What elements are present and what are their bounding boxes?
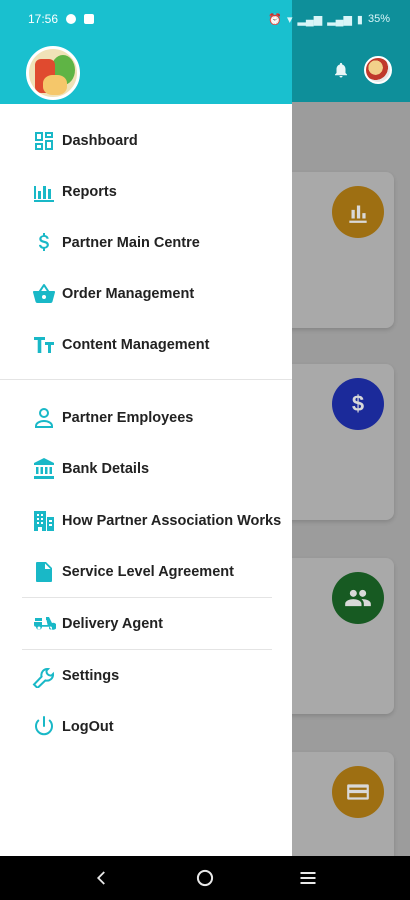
person-icon (32, 406, 56, 430)
menu-label: Settings (62, 668, 120, 684)
bar-chart-icon (32, 180, 56, 204)
menu-item-dashboard[interactable]: Dashboard (0, 119, 292, 163)
battery-icon: ▮ (356, 13, 363, 26)
profile-avatar[interactable] (26, 46, 80, 100)
menu-item-content-management[interactable]: Content Management (0, 323, 292, 367)
menu-item-service-level-agreement[interactable]: Service Level Agreement (0, 550, 292, 594)
status-bar: 17:56 ⏰ ▾ ▂▄▆ ▂▄▆ ▮ 35% (0, 0, 410, 38)
system-navigation-bar (0, 856, 410, 900)
home-button[interactable] (185, 858, 225, 898)
dashboard-icon (32, 129, 56, 153)
back-icon (96, 871, 105, 885)
text-format-icon (32, 333, 56, 357)
menu-item-settings[interactable]: Settings (0, 654, 292, 698)
message-notification-icon (84, 14, 95, 24)
menu-label: Delivery Agent (62, 616, 163, 632)
wifi-icon: ▾ (286, 13, 293, 26)
menu-label: Order Management (62, 286, 195, 302)
bank-icon (32, 457, 56, 481)
menu-item-reports[interactable]: Reports (0, 170, 292, 214)
menu-item-order-management[interactable]: Order Management (0, 272, 292, 316)
menu-label: Content Management (62, 337, 210, 353)
building-icon (32, 509, 56, 533)
menu-divider (22, 597, 272, 598)
menu-label: Dashboard (62, 133, 138, 149)
battery-level: 35% (367, 13, 390, 25)
home-icon (196, 869, 214, 887)
header-avatar[interactable] (364, 56, 392, 84)
menu-label: Reports (62, 184, 117, 200)
menu-item-how-partner-association-works[interactable]: How Partner Association Works (0, 499, 292, 543)
menu-item-logout[interactable]: LogOut (0, 705, 292, 749)
scooter-icon (32, 612, 56, 636)
menu-item-partner-main-centre[interactable]: Partner Main Centre (0, 221, 292, 265)
menu-divider (0, 379, 292, 380)
menu-icon (300, 872, 316, 884)
document-icon (32, 560, 56, 584)
menu-item-delivery-agent[interactable]: Delivery Agent (0, 602, 292, 646)
navigation-drawer: Dashboard Reports Partner Main Centre Or… (0, 0, 292, 856)
dollar-icon: $ (332, 378, 384, 430)
menu-divider (22, 649, 272, 650)
menu-item-partner-employees[interactable]: Partner Employees (0, 396, 292, 440)
menu-label: Service Level Agreement (62, 564, 234, 580)
menu-item-bank-details[interactable]: Bank Details (0, 447, 292, 491)
basket-icon (32, 282, 56, 306)
alarm-icon: ⏰ (268, 13, 282, 26)
bar-chart-icon (332, 186, 384, 238)
bell-icon[interactable] (332, 60, 350, 80)
menu-label: LogOut (62, 719, 114, 735)
signal-icon-2: ▂▄▆ (327, 13, 352, 26)
recents-button[interactable] (288, 858, 328, 898)
power-icon (32, 715, 56, 739)
wrench-icon (32, 664, 56, 688)
group-icon (332, 572, 384, 624)
status-time: 17:56 (28, 12, 59, 26)
menu-label: Partner Employees (62, 410, 194, 426)
menu-label: Partner Main Centre (62, 235, 200, 251)
app-notification-icon (66, 14, 77, 24)
menu-label: Bank Details (62, 461, 150, 477)
dollar-icon (32, 231, 56, 255)
back-button[interactable] (82, 858, 122, 898)
menu-label: How Partner Association Works (62, 513, 282, 529)
signal-icon: ▂▄▆ (297, 13, 323, 26)
card-icon (332, 766, 384, 818)
